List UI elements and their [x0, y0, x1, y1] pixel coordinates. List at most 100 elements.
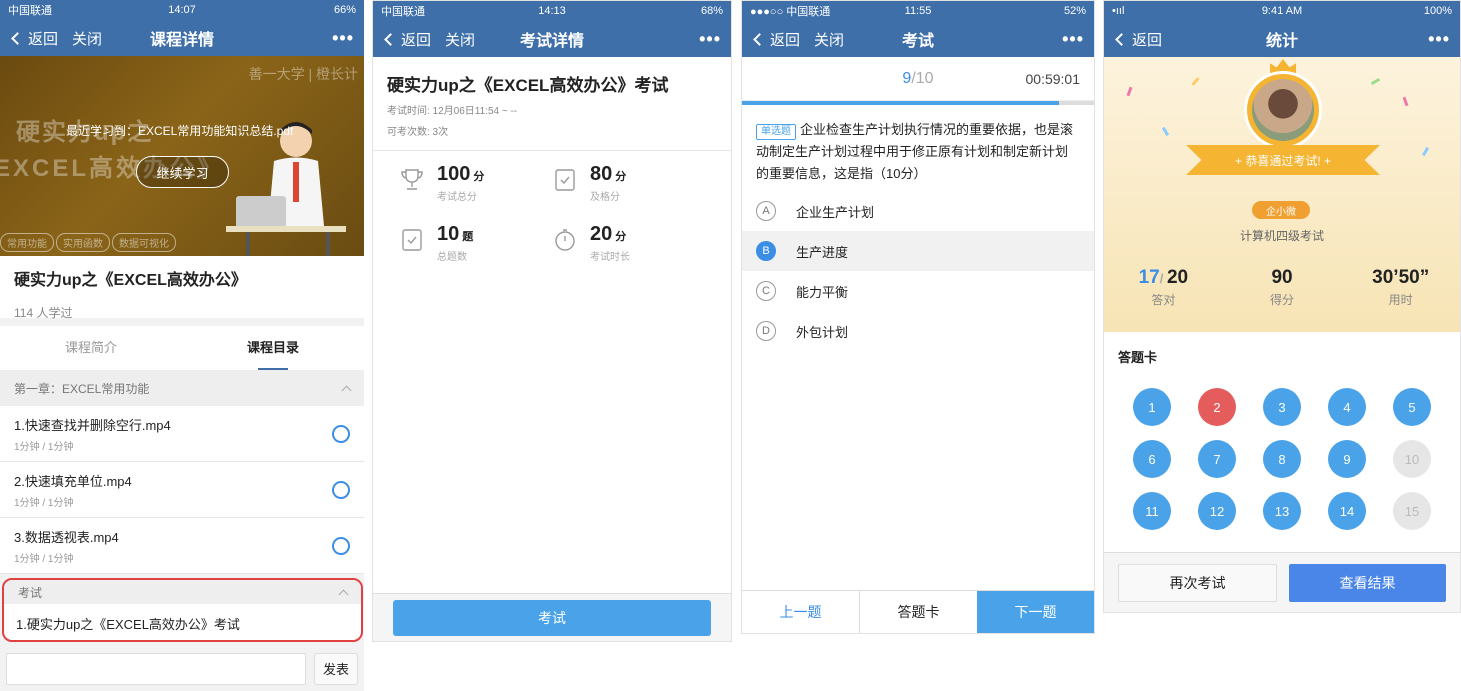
lesson-item[interactable]: 1.快速查找并删除空行.mp4 1分钟 / 1分钟 [0, 406, 364, 462]
chip: 数据可视化 [112, 233, 176, 252]
back-button[interactable]: 返回 [1114, 29, 1162, 50]
option-c[interactable]: C 能力平衡 [742, 271, 1094, 311]
answer-ball[interactable]: 9 [1328, 440, 1366, 478]
answer-card-button[interactable]: 答题卡 [860, 591, 977, 633]
answer-ball[interactable]: 7 [1198, 440, 1236, 478]
exam-attempts: 可考次数: 3次 [387, 127, 449, 138]
lesson-duration: 1分钟 / 1分钟 [14, 498, 74, 509]
back-button[interactable]: 返回 [10, 28, 58, 49]
answer-ball[interactable]: 12 [1198, 492, 1236, 530]
continue-study-button[interactable]: 继续学习 [136, 156, 229, 188]
status-bar: 中国联通 14:13 68% [373, 1, 731, 21]
option-a[interactable]: A 企业生产计划 [742, 191, 1094, 231]
confetti [1370, 77, 1381, 86]
answer-ball[interactable]: 8 [1263, 440, 1301, 478]
next-question-button[interactable]: 下一题 [977, 591, 1094, 633]
chevron-left-icon [384, 32, 397, 46]
exam-section-title: 考试 [18, 585, 43, 600]
question-type-badge: 单选题 [756, 124, 796, 140]
clock: 9:41 AM [1261, 5, 1303, 17]
answer-ball[interactable]: 15 [1393, 492, 1431, 530]
tab-intro[interactable]: 课程简介 [0, 326, 182, 370]
option-b[interactable]: B 生产进度 [742, 231, 1094, 271]
option-d[interactable]: D 外包计划 [742, 311, 1094, 351]
answer-ball[interactable]: 14 [1328, 492, 1366, 530]
answer-ball[interactable]: 4 [1328, 388, 1366, 426]
option-key: D [756, 321, 776, 341]
back-button[interactable]: 返回 [383, 29, 431, 50]
progress-ring-icon [332, 481, 350, 499]
more-icon[interactable]: ••• [699, 29, 721, 50]
result-stats-screen: •ııl 9:41 AM 100% 返回 统计 ••• + 恭喜通过考试! + … [1103, 0, 1461, 613]
recent-study-text: 最近学习到：EXCEL常用功能知识总结.pdf [66, 124, 294, 138]
confetti [1161, 126, 1170, 137]
lesson-item[interactable]: 2.快速填充单位.mp4 1分钟 / 1分钟 [0, 462, 364, 518]
avatar [1252, 79, 1314, 141]
start-exam-button[interactable]: 考试 [393, 599, 711, 636]
confetti [1191, 77, 1200, 86]
more-icon[interactable]: ••• [1062, 29, 1084, 50]
exam-header: 硬实力up之《EXCEL高效办公》考试 考试时间: 12月06日11:54 ~ … [373, 57, 731, 138]
status-bar: 中国联通 14:07 66% [0, 0, 364, 20]
comment-bar: 发表 [0, 646, 364, 691]
lesson-title: 1.快速查找并删除空行.mp4 [14, 418, 171, 433]
answer-ball[interactable]: 11 [1133, 492, 1171, 530]
exam-footer: 考试 [373, 593, 731, 641]
close-button[interactable]: 关闭 [814, 29, 844, 50]
lesson-item[interactable]: 3.数据透视表.mp4 1分钟 / 1分钟 [0, 518, 364, 574]
answer-ball[interactable]: 10 [1393, 440, 1431, 478]
view-result-button[interactable]: 查看结果 [1289, 563, 1446, 602]
exam-question-screen: ●●●○○ 中国联通 11:55 52% 返回 关闭 考试 ••• 9/10 0… [741, 0, 1095, 634]
stat-time: 30’50” 用时 [1372, 267, 1430, 307]
exam-detail-screen: 中国联通 14:13 68% 返回 关闭 考试详情 ••• 硬实力up之《EXC… [372, 0, 732, 642]
option-text: 外包计划 [796, 324, 849, 340]
exam-section-header[interactable]: 考试 [4, 580, 361, 604]
more-icon[interactable]: ••• [332, 28, 354, 49]
answer-ball[interactable]: 13 [1263, 492, 1301, 530]
prev-question-button[interactable]: 上一题 [742, 591, 860, 633]
back-button[interactable]: 返回 [752, 29, 800, 50]
option-key: C [756, 281, 776, 301]
battery: 66% [333, 4, 356, 16]
close-button[interactable]: 关闭 [72, 28, 102, 49]
course-info: 硬实力up之《EXCEL高效办公》 114 人学过 [0, 256, 364, 320]
stat-unit: 题 [462, 231, 474, 243]
chip: 实用函数 [56, 233, 110, 252]
more-icon[interactable]: ••• [1428, 29, 1450, 50]
answer-ball[interactable]: 3 [1263, 388, 1301, 426]
question-counter: 9/10 [902, 69, 934, 87]
option-text: 生产进度 [796, 244, 849, 260]
answer-ball[interactable]: 2 [1198, 388, 1236, 426]
result-hero: + 恭喜通过考试! + 企小微 计算机四级考试 17/ 20 答对 90 得分 … [1104, 57, 1460, 332]
stat-value: 10 [437, 223, 460, 245]
answer-ball[interactable]: 5 [1393, 388, 1431, 426]
send-button[interactable]: 发表 [314, 652, 358, 685]
confetti [1421, 146, 1430, 157]
banner-chips: 常用功能 实用函数 数据可视化 [0, 233, 176, 252]
chevron-left-icon [1115, 32, 1128, 46]
exam-stats: 100 分考试总分 80 分及格分 10 题总题数 20 分考试时长 [373, 151, 731, 263]
stat-value: 80 [590, 163, 613, 185]
course-tabs: 课程简介 课程目录 [0, 326, 364, 370]
user-badge: 企小微 [1252, 201, 1310, 219]
stat-label: 总题数 [437, 252, 467, 263]
stat-label: 考试总分 [437, 192, 477, 203]
answer-ball[interactable]: 1 [1133, 388, 1171, 426]
comment-input[interactable] [6, 652, 306, 685]
close-button[interactable]: 关闭 [445, 29, 475, 50]
stat-question-count: 10 题总题数 [399, 223, 552, 263]
clock: 14:13 [538, 5, 566, 17]
status-bar: ●●●○○ 中国联通 11:55 52% [742, 1, 1094, 21]
stat-unit: 分 [615, 231, 627, 243]
exam-name: 计算机四级考试 [1239, 229, 1324, 243]
retry-exam-button[interactable]: 再次考试 [1118, 563, 1277, 602]
tab-catalog[interactable]: 课程目录 [182, 326, 364, 370]
banner-brand: 善一大学 | 橙长计 [248, 66, 358, 82]
stat-value: 100 [437, 163, 471, 185]
answer-ball[interactable]: 6 [1133, 440, 1171, 478]
chapter-header[interactable]: 第一章：EXCEL常用功能 [0, 370, 364, 406]
lesson-duration: 1分钟 / 1分钟 [14, 554, 74, 565]
stat-label: 考试时长 [590, 252, 630, 263]
course-title: 硬实力up之《EXCEL高效办公》 [14, 272, 247, 289]
exam-item[interactable]: 1.硬实力up之《EXCEL高效办公》考试 [4, 604, 361, 640]
